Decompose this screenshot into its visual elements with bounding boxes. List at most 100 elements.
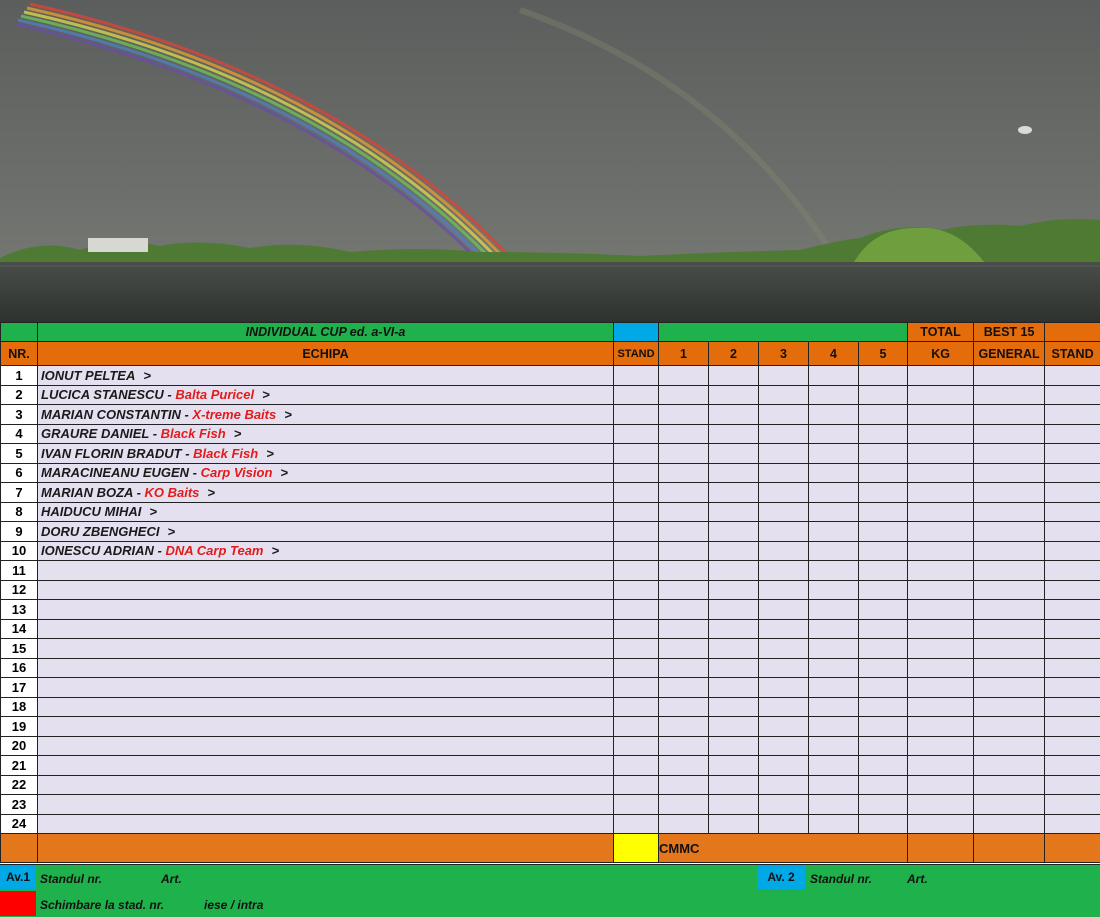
best-general-cell[interactable] [974, 736, 1045, 756]
total-kg-cell[interactable] [908, 736, 974, 756]
round-5-cell[interactable] [859, 717, 908, 737]
competitor-cell[interactable] [38, 600, 614, 620]
round-1-cell[interactable] [659, 502, 709, 522]
stand-final-cell[interactable] [1045, 678, 1100, 698]
total-kg-cell[interactable] [908, 502, 974, 522]
round-5-cell[interactable] [859, 444, 908, 464]
stand-final-cell[interactable] [1045, 795, 1100, 815]
competitor-cell[interactable] [38, 814, 614, 834]
round-3-cell[interactable] [759, 697, 809, 717]
round-2-cell[interactable] [709, 385, 759, 405]
stand-final-cell[interactable] [1045, 522, 1100, 542]
stand-cell[interactable] [614, 502, 659, 522]
stand-cell[interactable] [614, 775, 659, 795]
round-2-cell[interactable] [709, 366, 759, 386]
round-3-cell[interactable] [759, 522, 809, 542]
round-2-cell[interactable] [709, 814, 759, 834]
competitor-cell[interactable]: LUCICA STANESCU - Balta Puricel> [38, 385, 614, 405]
total-kg-cell[interactable] [908, 814, 974, 834]
round-5-cell[interactable] [859, 366, 908, 386]
round-1-cell[interactable] [659, 658, 709, 678]
competitor-cell[interactable]: MARIAN CONSTANTIN - X-treme Baits> [38, 405, 614, 425]
round-3-cell[interactable] [759, 736, 809, 756]
round-4-cell[interactable] [809, 502, 859, 522]
round-3-cell[interactable] [759, 658, 809, 678]
total-kg-cell[interactable] [908, 463, 974, 483]
stand-cell[interactable] [614, 463, 659, 483]
round-2-cell[interactable] [709, 775, 759, 795]
stand-final-cell[interactable] [1045, 717, 1100, 737]
round-1-cell[interactable] [659, 697, 709, 717]
round-1-cell[interactable] [659, 366, 709, 386]
round-5-cell[interactable] [859, 463, 908, 483]
round-1-cell[interactable] [659, 483, 709, 503]
round-3-cell[interactable] [759, 424, 809, 444]
round-3-cell[interactable] [759, 463, 809, 483]
round-4-cell[interactable] [809, 483, 859, 503]
round-1-cell[interactable] [659, 795, 709, 815]
round-1-cell[interactable] [659, 639, 709, 659]
best-general-cell[interactable] [974, 814, 1045, 834]
best-general-cell[interactable] [974, 444, 1045, 464]
best-general-cell[interactable] [974, 424, 1045, 444]
round-2-cell[interactable] [709, 483, 759, 503]
round-4-cell[interactable] [809, 658, 859, 678]
round-4-cell[interactable] [809, 522, 859, 542]
stand-final-cell[interactable] [1045, 580, 1100, 600]
round-1-cell[interactable] [659, 385, 709, 405]
round-3-cell[interactable] [759, 639, 809, 659]
round-4-cell[interactable] [809, 814, 859, 834]
round-3-cell[interactable] [759, 405, 809, 425]
competitor-cell[interactable] [38, 795, 614, 815]
round-4-cell[interactable] [809, 697, 859, 717]
total-kg-cell[interactable] [908, 366, 974, 386]
stand-final-cell[interactable] [1045, 424, 1100, 444]
round-3-cell[interactable] [759, 775, 809, 795]
competitor-cell[interactable] [38, 580, 614, 600]
round-5-cell[interactable] [859, 385, 908, 405]
total-kg-cell[interactable] [908, 444, 974, 464]
round-2-cell[interactable] [709, 561, 759, 581]
best-general-cell[interactable] [974, 385, 1045, 405]
total-kg-cell[interactable] [908, 717, 974, 737]
total-kg-cell[interactable] [908, 678, 974, 698]
total-kg-cell[interactable] [908, 697, 974, 717]
round-1-cell[interactable] [659, 405, 709, 425]
round-3-cell[interactable] [759, 483, 809, 503]
round-5-cell[interactable] [859, 405, 908, 425]
round-3-cell[interactable] [759, 502, 809, 522]
round-1-cell[interactable] [659, 463, 709, 483]
round-3-cell[interactable] [759, 717, 809, 737]
round-2-cell[interactable] [709, 697, 759, 717]
round-4-cell[interactable] [809, 678, 859, 698]
round-2-cell[interactable] [709, 658, 759, 678]
round-1-cell[interactable] [659, 561, 709, 581]
round-4-cell[interactable] [809, 561, 859, 581]
best-general-cell[interactable] [974, 561, 1045, 581]
round-3-cell[interactable] [759, 619, 809, 639]
round-5-cell[interactable] [859, 658, 908, 678]
competitor-cell[interactable]: IONESCU ADRIAN - DNA Carp Team> [38, 541, 614, 561]
competitor-cell[interactable]: HAIDUCU MIHAI> [38, 502, 614, 522]
total-kg-cell[interactable] [908, 619, 974, 639]
competitor-cell[interactable] [38, 619, 614, 639]
stand-cell[interactable] [614, 444, 659, 464]
stand-cell[interactable] [614, 600, 659, 620]
best-general-cell[interactable] [974, 678, 1045, 698]
round-5-cell[interactable] [859, 424, 908, 444]
total-kg-cell[interactable] [908, 424, 974, 444]
round-5-cell[interactable] [859, 775, 908, 795]
stand-final-cell[interactable] [1045, 483, 1100, 503]
competitor-cell[interactable] [38, 756, 614, 776]
competitor-cell[interactable] [38, 561, 614, 581]
competitor-cell[interactable] [38, 658, 614, 678]
best-general-cell[interactable] [974, 697, 1045, 717]
round-5-cell[interactable] [859, 561, 908, 581]
round-5-cell[interactable] [859, 580, 908, 600]
best-general-cell[interactable] [974, 619, 1045, 639]
round-2-cell[interactable] [709, 522, 759, 542]
round-5-cell[interactable] [859, 502, 908, 522]
total-kg-cell[interactable] [908, 522, 974, 542]
total-kg-cell[interactable] [908, 756, 974, 776]
round-2-cell[interactable] [709, 756, 759, 776]
